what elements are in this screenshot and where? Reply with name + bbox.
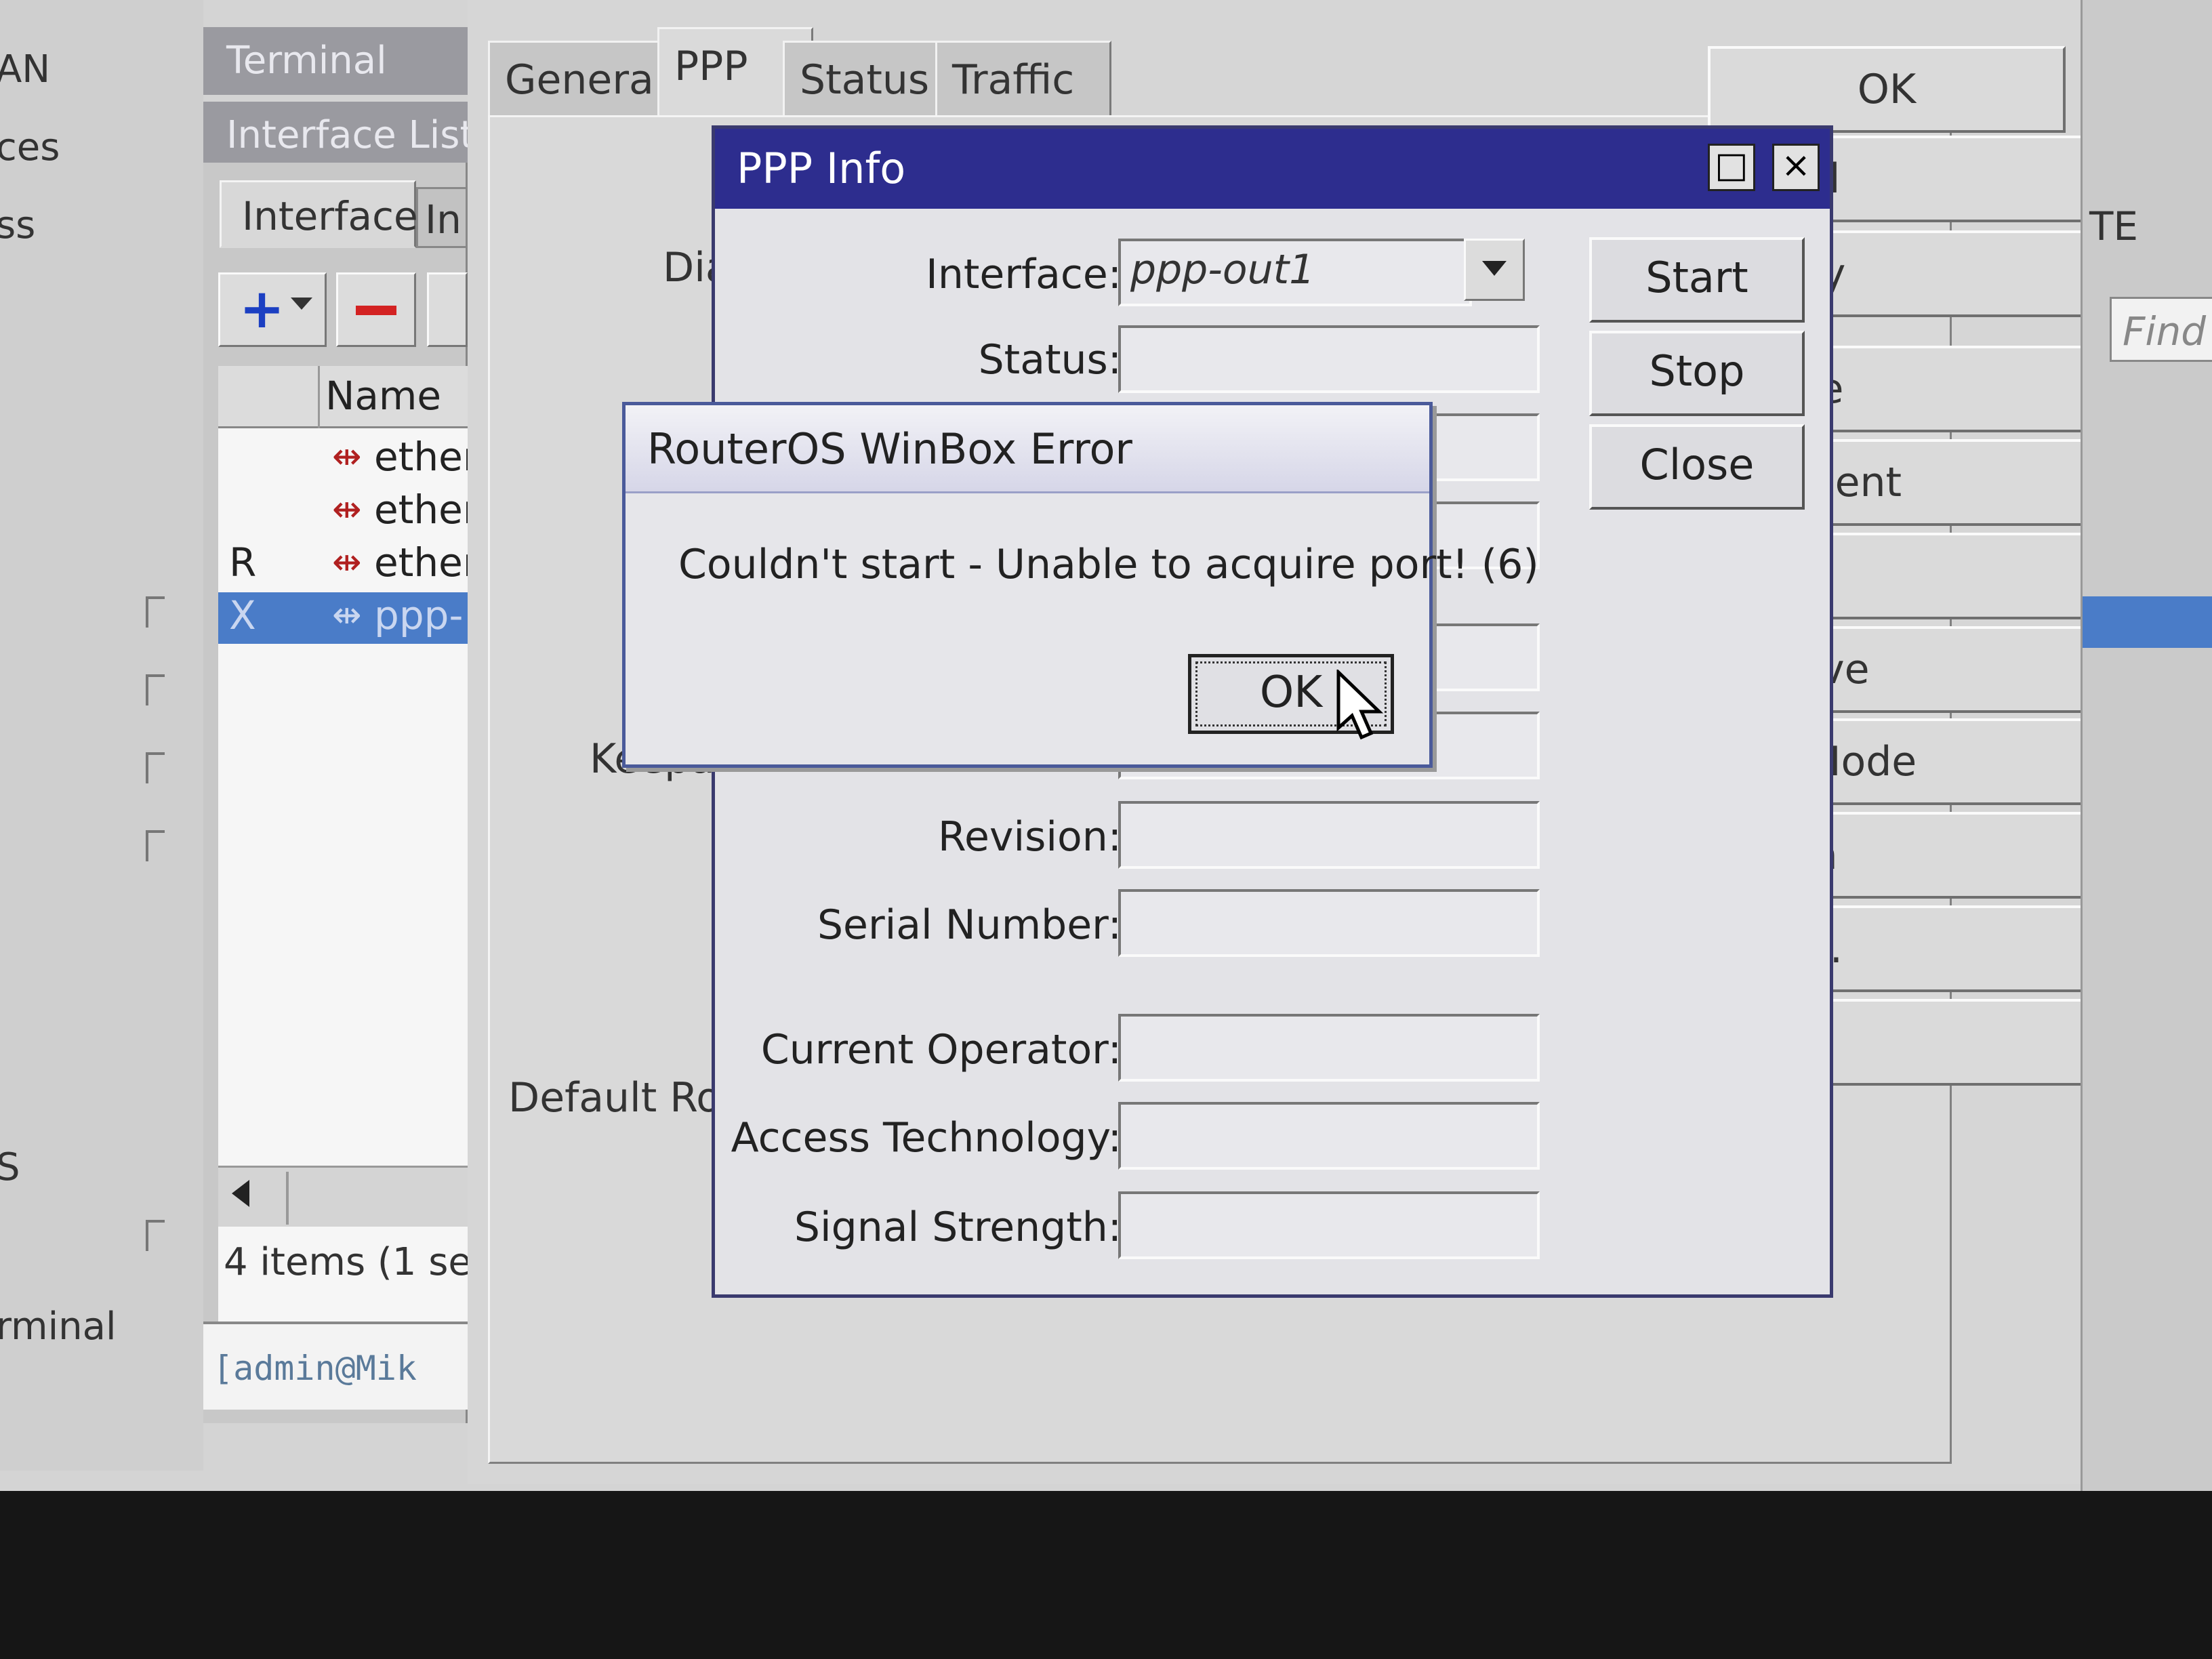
screen: AN ces ss S rminal Terminal Interface Li… — [0, 0, 2212, 1491]
row-flag: R — [229, 539, 257, 586]
plus-icon: + — [239, 277, 285, 340]
selected-row-highlight — [2083, 596, 2212, 648]
tab-interface-list[interactable]: In — [416, 187, 468, 248]
sidebar-menu: AN ces ss S rminal — [0, 0, 203, 1471]
lte-label: TE — [2089, 203, 2139, 249]
interface-label: Interface: — [926, 251, 1122, 298]
status-field — [1118, 325, 1540, 393]
error-dialog: RouterOS WinBox Error Couldn't start - U… — [622, 402, 1539, 768]
signal-strength-field — [1118, 1191, 1540, 1259]
sidebar-item-wan[interactable]: AN — [0, 47, 50, 91]
current-operator-label: Current Operator: — [760, 1026, 1122, 1073]
terminal-window-tab[interactable]: Terminal — [203, 27, 468, 95]
interface-select[interactable]: ppp-out1 — [1118, 239, 1472, 306]
current-operator-field — [1118, 1014, 1540, 1082]
ethernet-icon: ⇹ — [332, 436, 362, 477]
sidebar-item-terminal[interactable]: rminal — [0, 1305, 117, 1349]
ppp-info-title: PPP Info — [737, 144, 906, 193]
chevron-down-icon — [291, 298, 312, 310]
scroll-left-icon[interactable] — [232, 1180, 249, 1207]
chevron-down-icon — [1482, 261, 1507, 276]
serial-number-field — [1118, 889, 1540, 957]
tab-traffic[interactable]: Traffic — [935, 41, 1111, 119]
ok-button[interactable]: OK — [1708, 46, 2066, 133]
access-technology-label: Access Technology: — [731, 1114, 1122, 1162]
terminal-console[interactable]: [admin@Mik — [203, 1322, 468, 1410]
scroll-divider — [286, 1172, 289, 1225]
maximize-icon[interactable]: □ — [1708, 144, 1755, 191]
start-button[interactable]: Start — [1589, 237, 1805, 323]
minus-icon — [356, 306, 396, 315]
horizontal-scrollbar[interactable] — [218, 1166, 468, 1227]
table-row[interactable]: R ⇹ ether — [218, 539, 479, 591]
enable-button[interactable] — [427, 272, 468, 347]
mouse-cursor-icon — [1336, 670, 1384, 740]
table-row[interactable]: ⇹ ether — [218, 434, 479, 485]
error-dialog-titlebar[interactable]: RouterOS WinBox Error — [626, 405, 1429, 493]
table-header: Name — [218, 366, 468, 428]
revision-label: Revision: — [938, 813, 1122, 861]
table-row-selected[interactable]: X ⇹ ppp- — [218, 592, 468, 644]
sidebar-item-s[interactable]: S — [0, 1145, 20, 1189]
sidebar-item-wireless[interactable]: ss — [0, 203, 35, 247]
monitor-bezel — [0, 1491, 2212, 1659]
signal-strength-label: Signal Strength: — [794, 1204, 1122, 1251]
sidebar-item-interfaces[interactable]: ces — [0, 125, 60, 169]
revision-field — [1118, 801, 1540, 869]
submenu-arrow-icon — [146, 596, 165, 628]
remove-button[interactable] — [336, 272, 416, 347]
ethernet-icon: ⇹ — [332, 542, 362, 583]
add-button[interactable]: + — [218, 272, 327, 347]
status-text: 4 items (1 sele — [224, 1240, 506, 1284]
row-flag: X — [229, 592, 256, 638]
row-name: ppp- — [374, 592, 464, 638]
row-name: ether — [374, 487, 479, 533]
table-row[interactable]: ⇹ ether — [218, 487, 479, 538]
find-input[interactable]: Find — [2110, 297, 2212, 362]
console-prompt: [admin@Mik — [213, 1349, 417, 1388]
submenu-arrow-icon — [146, 830, 165, 861]
flag-column-header[interactable] — [218, 366, 320, 428]
error-ok-label: OK — [1259, 668, 1323, 718]
error-message: Couldn't start - Unable to acquire port!… — [678, 541, 1539, 588]
submenu-arrow-icon — [146, 1220, 165, 1251]
interface-list-window: Interface In + Name ⇹ ether ⇹ ether R ⇹ … — [203, 163, 506, 1423]
submenu-arrow-icon — [146, 752, 165, 783]
serial-number-label: Serial Number: — [817, 901, 1122, 949]
ethernet-icon: ⇹ — [332, 489, 362, 530]
row-name: ether — [374, 539, 479, 586]
ppp-info-titlebar[interactable]: PPP Info — [715, 129, 1830, 209]
row-name: ether — [374, 434, 479, 480]
tab-interface[interactable]: Interface — [220, 180, 418, 248]
submenu-arrow-icon — [146, 674, 165, 705]
stop-button[interactable]: Stop — [1589, 331, 1805, 416]
close-icon[interactable]: × — [1772, 144, 1820, 191]
background-window-edge: TE Find — [2081, 0, 2212, 1491]
status-label: Status: — [978, 336, 1122, 384]
interface-list-window-title[interactable]: Interface List — [203, 102, 474, 169]
error-dialog-title: RouterOS WinBox Error — [647, 424, 1132, 474]
find-placeholder: Find — [2123, 308, 2207, 354]
close-button[interactable]: Close — [1589, 424, 1805, 510]
name-column-header[interactable]: Name — [325, 373, 441, 419]
interface-dropdown-button[interactable] — [1464, 239, 1525, 301]
access-technology-field — [1118, 1102, 1540, 1170]
ppp-icon: ⇹ — [332, 595, 362, 636]
